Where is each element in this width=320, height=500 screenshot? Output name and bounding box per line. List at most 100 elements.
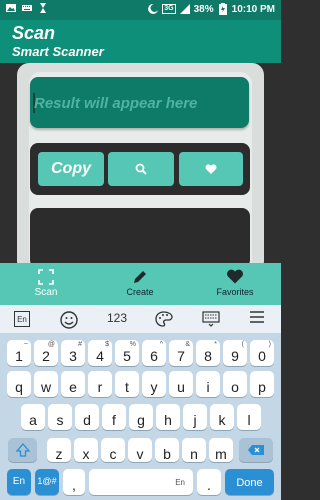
key-m-label: m <box>215 446 227 462</box>
key-j[interactable]: j <box>183 404 207 430</box>
output-panel <box>30 208 250 268</box>
key-r[interactable]: r <box>88 371 112 397</box>
key-2-alt: @ <box>47 341 55 348</box>
bottom-navigation: Scan Create Favorites <box>0 263 281 305</box>
scan-frame-icon <box>38 269 54 285</box>
key-v-label: v <box>136 446 144 462</box>
keyboard-hide-button[interactable] <box>202 311 220 327</box>
key-3-label: 3 <box>69 348 77 364</box>
key-m[interactable]: m <box>209 438 233 462</box>
shift-key[interactable] <box>8 438 37 462</box>
key-5[interactable]: 5% <box>115 340 139 366</box>
signal-icon <box>179 4 190 14</box>
search-icon <box>135 163 147 175</box>
key-d[interactable]: d <box>75 404 99 430</box>
key-8-label: 8 <box>204 348 212 364</box>
comma-key-label: , <box>72 477 76 493</box>
key-0[interactable]: 0) <box>250 340 274 366</box>
moon-icon <box>148 4 159 14</box>
done-key-label: Done <box>236 477 263 489</box>
key-h[interactable]: h <box>156 404 180 430</box>
key-r-label: r <box>97 379 103 395</box>
pencil-icon <box>134 271 146 283</box>
key-p-label: p <box>258 379 266 395</box>
symbols-key[interactable]: 1@# <box>35 469 59 495</box>
language-key[interactable]: En <box>7 469 31 495</box>
key-6[interactable]: 6 ^ <box>142 340 166 366</box>
palette-icon <box>155 311 173 327</box>
key-l[interactable]: l <box>237 404 261 430</box>
favorite-button[interactable] <box>179 152 243 186</box>
menu-button[interactable] <box>250 311 264 323</box>
nav-item-create[interactable]: Create <box>114 263 166 305</box>
key-8-alt: * <box>214 341 217 348</box>
nav-label-create: Create <box>126 287 154 297</box>
nav-item-scan[interactable]: Scan <box>20 263 72 305</box>
key-2[interactable]: 2 @ <box>34 340 58 366</box>
key-k[interactable]: k <box>210 404 234 430</box>
key-h-label: h <box>164 412 172 428</box>
key-5-label: 5 <box>123 348 131 364</box>
key-2-label: 2 <box>42 348 50 364</box>
key-9-alt: ( <box>241 341 244 348</box>
comma-key[interactable]: , <box>63 469 85 495</box>
space-key[interactable]: En <box>89 469 193 495</box>
key-x[interactable]: x <box>74 438 98 462</box>
copy-button[interactable]: Copy <box>38 152 104 186</box>
key-s-label: s <box>56 412 64 428</box>
key-5-alt: % <box>129 341 136 348</box>
nav-label-scan: Scan <box>34 287 58 298</box>
app-bar: Scan Smart Scanner <box>0 20 281 63</box>
key-q[interactable]: q <box>7 371 31 397</box>
key-z[interactable]: z <box>47 438 71 462</box>
key-b-label: b <box>163 446 171 462</box>
period-key[interactable]: . <box>197 469 221 495</box>
key-9[interactable]: 9( <box>223 340 247 366</box>
key-w[interactable]: w <box>34 371 58 397</box>
key-o-label: o <box>231 379 239 395</box>
key-7-alt: & <box>185 341 190 348</box>
key-b[interactable]: b <box>155 438 179 462</box>
battery-percent: 38% <box>193 3 214 15</box>
key-y-label: y <box>150 379 158 395</box>
key-7[interactable]: 7 & <box>169 340 193 366</box>
key-3[interactable]: 3 # <box>61 340 85 366</box>
nav-item-favorites[interactable]: Favorites <box>205 263 265 305</box>
language-button[interactable]: En <box>14 311 30 327</box>
key-4-label: 4 <box>96 348 104 364</box>
space-key-label: En <box>175 478 185 487</box>
key-9-label: 9 <box>231 348 239 364</box>
backspace-key[interactable] <box>239 438 273 462</box>
search-button[interactable] <box>108 152 174 186</box>
key-n[interactable]: n <box>182 438 206 462</box>
key-0-label: 0 <box>258 348 266 364</box>
key-e[interactable]: e <box>61 371 85 397</box>
key-p[interactable]: p <box>250 371 274 397</box>
symbols-key-label: 1@# <box>37 476 57 486</box>
key-f[interactable]: f <box>102 404 126 430</box>
key-v[interactable]: v <box>128 438 152 462</box>
keyboard-toolbar: En 123 <box>0 305 281 334</box>
key-i[interactable]: i <box>196 371 220 397</box>
key-8[interactable]: 8 * <box>196 340 220 366</box>
numbers-button[interactable]: 123 <box>107 311 127 325</box>
key-s[interactable]: s <box>48 404 72 430</box>
key-o[interactable]: o <box>223 371 247 397</box>
key-u[interactable]: u <box>169 371 193 397</box>
status-bar: 3G 38% 10:10 PM <box>0 0 281 20</box>
done-key[interactable]: Done <box>225 469 274 495</box>
key-t[interactable]: t <box>115 371 139 397</box>
key-4[interactable]: 4 $ <box>88 340 112 366</box>
period-key-label: . <box>207 477 211 493</box>
key-g[interactable]: g <box>129 404 153 430</box>
key-u-label: u <box>177 379 185 395</box>
result-field[interactable]: Result will appear here <box>30 77 249 128</box>
image-icon <box>6 4 16 12</box>
theme-button[interactable] <box>155 311 173 327</box>
key-1[interactable]: 1 ~ <box>7 340 31 366</box>
emoji-button[interactable] <box>60 311 78 329</box>
key-c[interactable]: c <box>101 438 125 462</box>
key-a[interactable]: a <box>21 404 45 430</box>
clock: 10:10 PM <box>231 3 275 15</box>
key-y[interactable]: y <box>142 371 166 397</box>
